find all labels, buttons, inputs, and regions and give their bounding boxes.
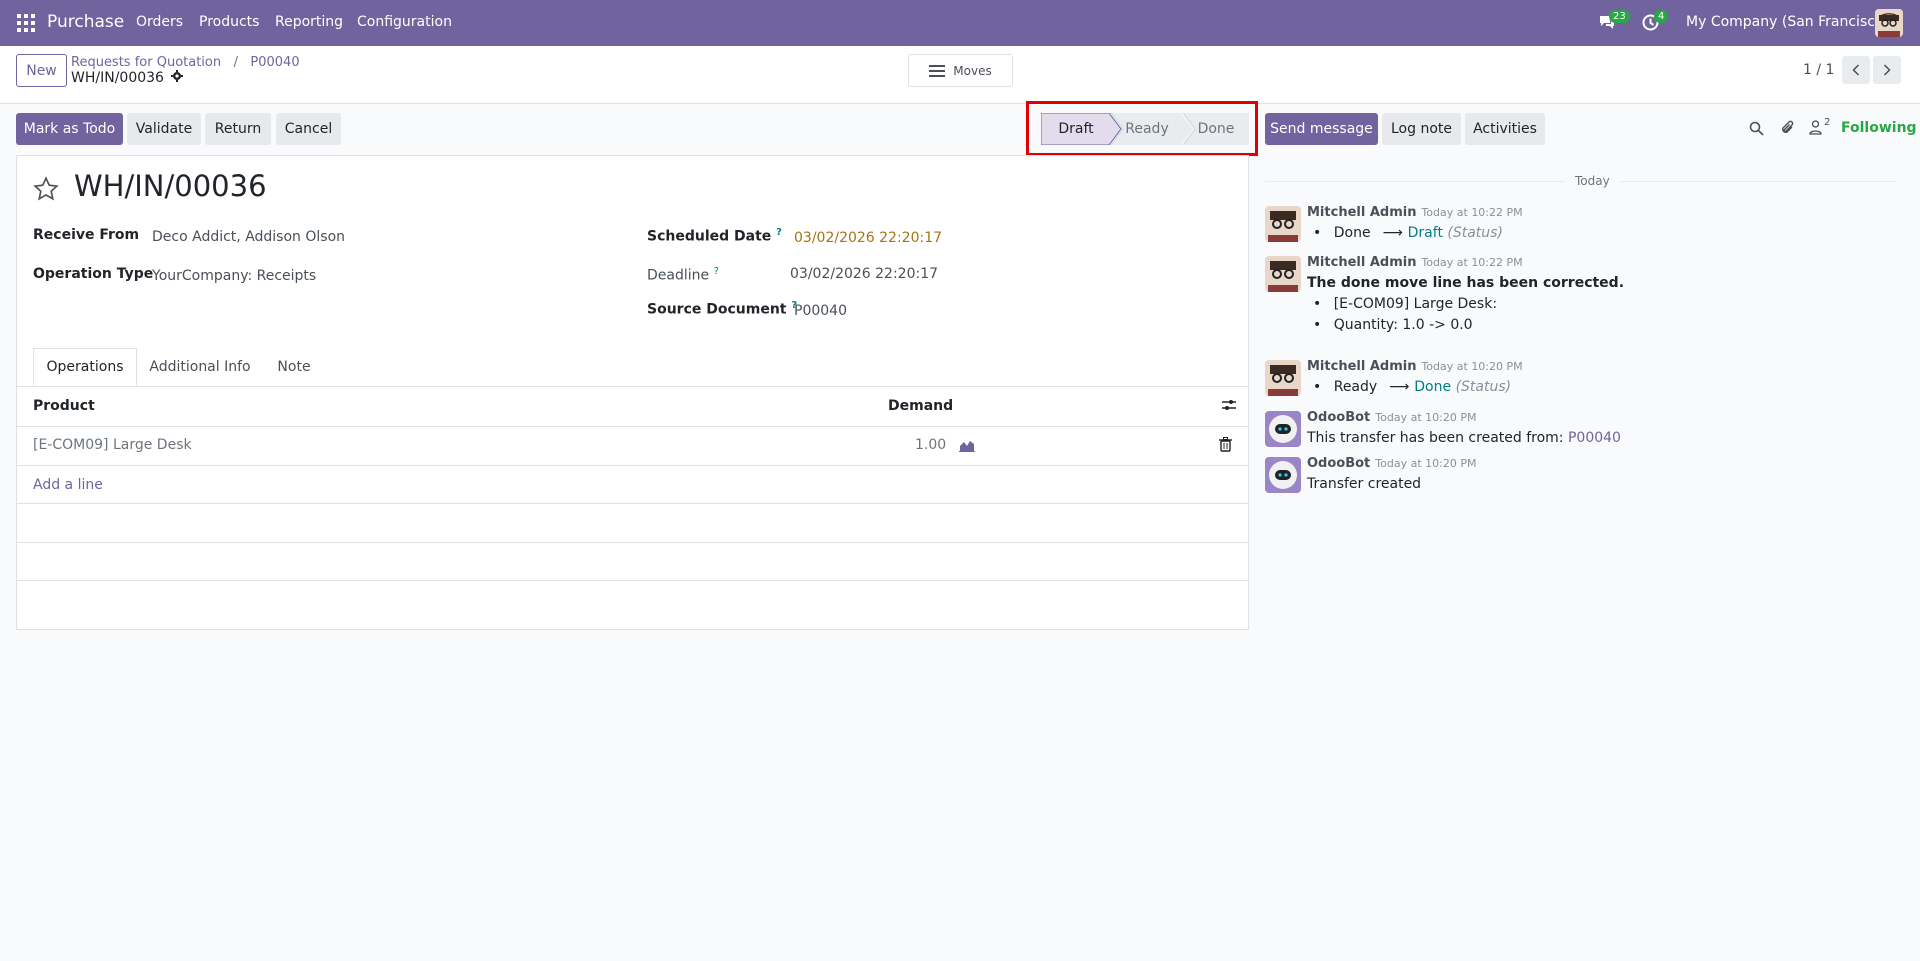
gear-icon[interactable] bbox=[170, 70, 183, 86]
deadline-field[interactable]: 03/02/2026 22:20:17 bbox=[790, 266, 938, 282]
tab-additional-info[interactable]: Additional Info bbox=[142, 348, 258, 386]
record-title: WH/IN/00036 bbox=[74, 169, 267, 203]
day-divider-right bbox=[1620, 181, 1897, 182]
paperclip-icon[interactable] bbox=[1780, 120, 1795, 140]
avatar[interactable] bbox=[1265, 256, 1301, 292]
breadcrumb-po-link[interactable]: P00040 bbox=[250, 55, 299, 70]
mark-as-todo-button[interactable]: Mark as Todo bbox=[16, 113, 123, 145]
current-record-name: WH/IN/00036 bbox=[71, 70, 164, 86]
chevron-left-icon bbox=[1852, 64, 1860, 76]
moves-label: Moves bbox=[953, 63, 992, 78]
message-bullet: • [E-COM09] Large Desk: bbox=[1313, 296, 1498, 312]
odoobot-avatar[interactable] bbox=[1265, 457, 1301, 493]
send-message-button[interactable]: Send message bbox=[1265, 113, 1378, 145]
operation-type-label: Operation Type bbox=[33, 266, 154, 282]
source-document-field[interactable]: P00040 bbox=[794, 303, 847, 319]
table-empty-row-divider-2 bbox=[17, 542, 1248, 543]
tabs-divider bbox=[17, 386, 1248, 387]
menu-reporting[interactable]: Reporting bbox=[275, 14, 343, 30]
table-header-divider bbox=[17, 426, 1248, 427]
avatar[interactable] bbox=[1265, 206, 1301, 242]
message-bullet: • Quantity: 1.0 -> 0.0 bbox=[1313, 317, 1473, 333]
new-button[interactable]: New bbox=[16, 54, 67, 87]
message-headline: The done move line has been corrected. bbox=[1307, 275, 1625, 291]
odoobot-avatar[interactable] bbox=[1265, 411, 1301, 447]
log-note-button[interactable]: Log note bbox=[1382, 113, 1461, 145]
table-empty-row-divider-3 bbox=[17, 580, 1248, 581]
scheduled-date-help-icon[interactable]: ? bbox=[776, 227, 782, 238]
followers-user-icon[interactable] bbox=[1809, 120, 1822, 139]
message-tracking-value: • Done ⟶ Draft (Status) bbox=[1313, 225, 1503, 241]
message-author: OdooBot Today at 10:20 PM bbox=[1307, 410, 1477, 425]
validate-button[interactable]: Validate bbox=[127, 113, 201, 145]
menu-products[interactable]: Products bbox=[199, 14, 259, 30]
following-toggle[interactable]: Following bbox=[1841, 120, 1917, 136]
cancel-button[interactable]: Cancel bbox=[276, 113, 341, 145]
source-po-link[interactable]: P00040 bbox=[1568, 430, 1621, 446]
tab-note[interactable]: Note bbox=[266, 348, 322, 386]
breadcrumb-rfq-link[interactable]: Requests for Quotation bbox=[71, 55, 221, 70]
followers-count: 2 bbox=[1824, 117, 1831, 128]
deadline-help-icon[interactable]: ? bbox=[714, 266, 719, 277]
receive-from-field[interactable]: Deco Addict, Addison Olson bbox=[152, 229, 345, 245]
pager-previous-button[interactable] bbox=[1842, 56, 1870, 84]
activities-count-badge: 4 bbox=[1654, 10, 1669, 23]
table-row-divider bbox=[17, 465, 1248, 466]
forecast-chart-icon[interactable] bbox=[959, 439, 975, 456]
column-product-header[interactable]: Product bbox=[33, 398, 95, 414]
column-demand-header[interactable]: Demand bbox=[888, 398, 953, 414]
message-author: Mitchell Admin Today at 10:22 PM bbox=[1307, 205, 1523, 220]
activities-button[interactable]: Activities bbox=[1465, 113, 1545, 145]
scheduled-date-label: Scheduled Date ? bbox=[647, 227, 782, 245]
message-author: Mitchell Admin Today at 10:22 PM bbox=[1307, 255, 1523, 270]
menu-orders[interactable]: Orders bbox=[136, 14, 183, 30]
user-avatar[interactable] bbox=[1875, 9, 1903, 37]
app-brand[interactable]: Purchase bbox=[47, 12, 124, 32]
message-tracking-value: • Ready ⟶ Done (Status) bbox=[1313, 379, 1512, 395]
table-row-product[interactable]: [E-COM09] Large Desk bbox=[33, 437, 192, 453]
message-body: This transfer has been created from: P00… bbox=[1307, 430, 1621, 446]
receive-from-label: Receive From bbox=[33, 227, 140, 243]
list-icon bbox=[929, 64, 946, 77]
message-author: OdooBot Today at 10:20 PM bbox=[1307, 456, 1477, 471]
moves-smart-button[interactable]: Moves bbox=[908, 54, 1013, 87]
add-line-link[interactable]: Add a line bbox=[33, 477, 103, 493]
top-navbar: Purchase Orders Products Reporting Confi… bbox=[0, 0, 1920, 46]
table-row-demand[interactable]: 1.00 bbox=[915, 437, 946, 453]
tab-operations[interactable]: Operations bbox=[33, 348, 137, 386]
trash-icon[interactable] bbox=[1219, 437, 1232, 456]
pager-next-button[interactable] bbox=[1873, 56, 1901, 84]
search-icon[interactable] bbox=[1749, 121, 1764, 140]
form-sheet bbox=[16, 155, 1249, 630]
chevron-right-icon bbox=[1883, 64, 1891, 76]
optional-columns-icon[interactable] bbox=[1222, 398, 1236, 416]
breadcrumb: Requests for Quotation / P00040 bbox=[71, 54, 300, 70]
pager-value[interactable]: 1 / 1 bbox=[1803, 62, 1834, 78]
deadline-label: Deadline ? bbox=[647, 266, 719, 284]
source-document-label: Source Document ? bbox=[647, 300, 798, 318]
message-body: Transfer created bbox=[1307, 476, 1422, 492]
star-icon[interactable] bbox=[33, 176, 59, 206]
message-author: Mitchell Admin Today at 10:20 PM bbox=[1307, 359, 1523, 374]
breadcrumb-current: WH/IN/00036 bbox=[71, 70, 183, 86]
company-switcher[interactable]: My Company (San Francisco) bbox=[1686, 14, 1889, 30]
breadcrumb-separator: / bbox=[233, 55, 238, 70]
day-label: Today bbox=[1565, 174, 1620, 188]
day-divider-left bbox=[1265, 181, 1565, 182]
status-highlight-box bbox=[1026, 101, 1258, 156]
avatar[interactable] bbox=[1265, 360, 1301, 396]
scheduled-date-field[interactable]: 03/02/2026 22:20:17 bbox=[794, 230, 942, 246]
return-button[interactable]: Return bbox=[205, 113, 271, 145]
apps-menu-icon[interactable] bbox=[17, 14, 35, 32]
messages-count-badge: 23 bbox=[1609, 10, 1630, 23]
table-empty-row-divider-1 bbox=[17, 503, 1248, 504]
operation-type-field[interactable]: YourCompany: Receipts bbox=[152, 268, 316, 284]
menu-configuration[interactable]: Configuration bbox=[357, 14, 452, 30]
